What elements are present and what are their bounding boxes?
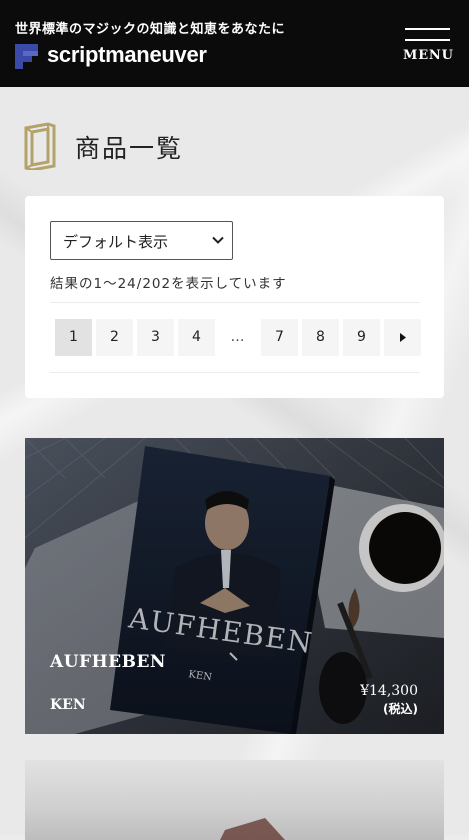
page-title: 商品一覧: [75, 134, 184, 163]
page-3-button[interactable]: 3: [137, 319, 174, 356]
product-name[interactable]: AUFHEBEN: [50, 652, 166, 672]
product-image-next: [220, 818, 285, 840]
product-price: ¥14,300: [360, 683, 418, 699]
sort-select[interactable]: デフォルト表示: [50, 221, 233, 260]
page-7-button[interactable]: 7: [261, 319, 298, 356]
pagination-ellipsis: …: [230, 329, 245, 345]
shop-controls-panel: デフォルト表示 結果の1〜24/202を表示しています 1 2 3 4 … 7 …: [25, 196, 444, 398]
product-author: KEN: [50, 697, 86, 713]
menu-label: MENU: [403, 48, 454, 63]
page-9-button[interactable]: 9: [343, 319, 380, 356]
page-8-button[interactable]: 8: [302, 319, 339, 356]
page-4-button[interactable]: 4: [178, 319, 215, 356]
divider: [50, 302, 420, 303]
page-2-button[interactable]: 2: [96, 319, 133, 356]
product-card[interactable]: AUFHEBEN KEN AUFHEBEN KEN ¥14,300 (税込): [25, 438, 444, 734]
divider: [50, 372, 420, 373]
hamburger-icon: [405, 28, 450, 30]
hamburger-icon-line: [405, 39, 450, 41]
chevron-down-icon: [212, 236, 224, 244]
logo-text[interactable]: scriptmaneuver: [47, 42, 207, 68]
page-1-button[interactable]: 1: [55, 319, 92, 356]
menu-button[interactable]: MENU: [403, 26, 453, 70]
book-frame-icon: [24, 122, 56, 170]
product-card-next[interactable]: [25, 760, 444, 840]
site-tagline: 世界標準のマジックの知識と知恵をあなたに: [15, 22, 286, 37]
site-header: 世界標準のマジックの知識と知恵をあなたに scriptmaneuver MENU: [0, 0, 469, 87]
result-count: 結果の1〜24/202を表示しています: [50, 276, 287, 292]
next-page-button[interactable]: [384, 319, 421, 356]
sort-selected-value: デフォルト表示: [63, 233, 169, 251]
logo-icon[interactable]: [15, 44, 38, 69]
product-tax-note: (税込): [383, 702, 418, 716]
caret-right-icon: [400, 333, 406, 342]
